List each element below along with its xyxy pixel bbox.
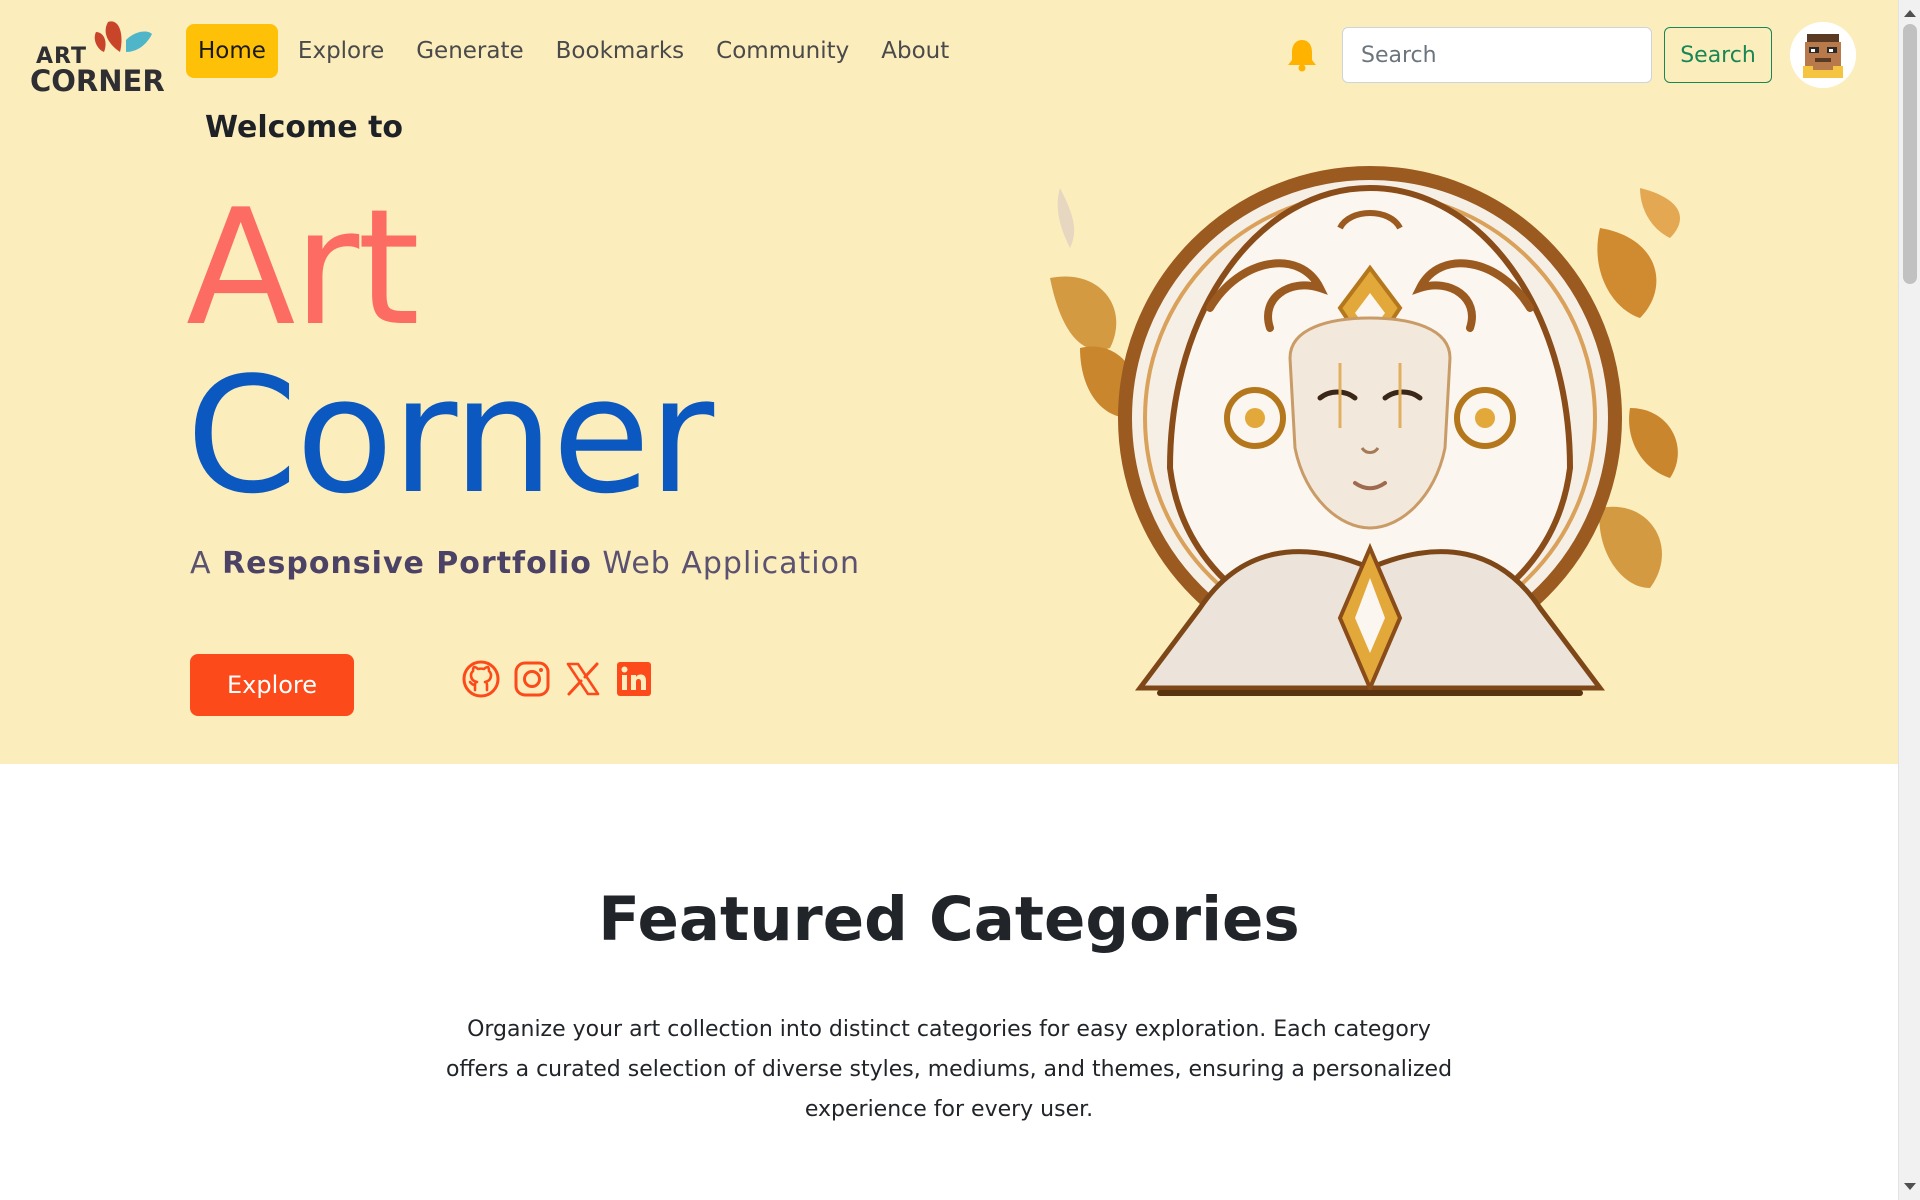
art-corner-logo[interactable]: ART CORNER bbox=[28, 18, 165, 98]
nav-item-community[interactable]: Community bbox=[704, 24, 861, 78]
tagline-prefix: A bbox=[190, 546, 223, 581]
scroll-down-icon[interactable] bbox=[1904, 1183, 1916, 1190]
scrollbar-thumb[interactable] bbox=[1903, 24, 1917, 284]
social-links bbox=[462, 660, 653, 698]
hero-title-art: Art bbox=[186, 174, 420, 361]
nav-item-home[interactable]: Home bbox=[186, 24, 278, 78]
nav-item-explore[interactable]: Explore bbox=[286, 24, 396, 78]
avatar[interactable] bbox=[1790, 22, 1856, 88]
logo-text-corner: CORNER bbox=[30, 64, 165, 98]
bell-icon[interactable] bbox=[1286, 38, 1318, 72]
hero-tagline: A Responsive Portfolio Web Application bbox=[190, 546, 860, 581]
instagram-icon[interactable] bbox=[513, 660, 551, 698]
x-icon[interactable] bbox=[564, 660, 602, 698]
pixel-avatar-icon bbox=[1790, 22, 1856, 88]
linkedin-icon[interactable] bbox=[615, 660, 653, 698]
nav-item-generate[interactable]: Generate bbox=[404, 24, 535, 78]
scroll-up-icon[interactable] bbox=[1904, 10, 1916, 17]
search-input[interactable] bbox=[1342, 27, 1652, 83]
leaf-logo-icon bbox=[94, 21, 152, 52]
nav-links: Home Explore Generate Bookmarks Communit… bbox=[186, 24, 961, 78]
tagline-bold: Responsive Portfolio bbox=[222, 546, 592, 581]
nav-item-about[interactable]: About bbox=[869, 24, 961, 78]
hero-illustration bbox=[1050, 166, 1680, 696]
nav-item-bookmarks[interactable]: Bookmarks bbox=[544, 24, 697, 78]
search-button[interactable]: Search bbox=[1664, 27, 1772, 83]
page-scrollbar[interactable] bbox=[1898, 0, 1920, 1200]
featured-categories-title: Featured Categories bbox=[598, 884, 1300, 955]
hero-title-corner: Corner bbox=[186, 342, 714, 529]
explore-button[interactable]: Explore bbox=[190, 654, 354, 716]
navbar: ART CORNER Home Explore Generate Bookmar… bbox=[0, 0, 1898, 112]
featured-categories-description: Organize your art collection into distin… bbox=[445, 1017, 1453, 1122]
github-icon[interactable] bbox=[462, 660, 500, 698]
tagline-suffix: Web Application bbox=[591, 546, 860, 581]
welcome-text: Welcome to bbox=[205, 110, 404, 145]
